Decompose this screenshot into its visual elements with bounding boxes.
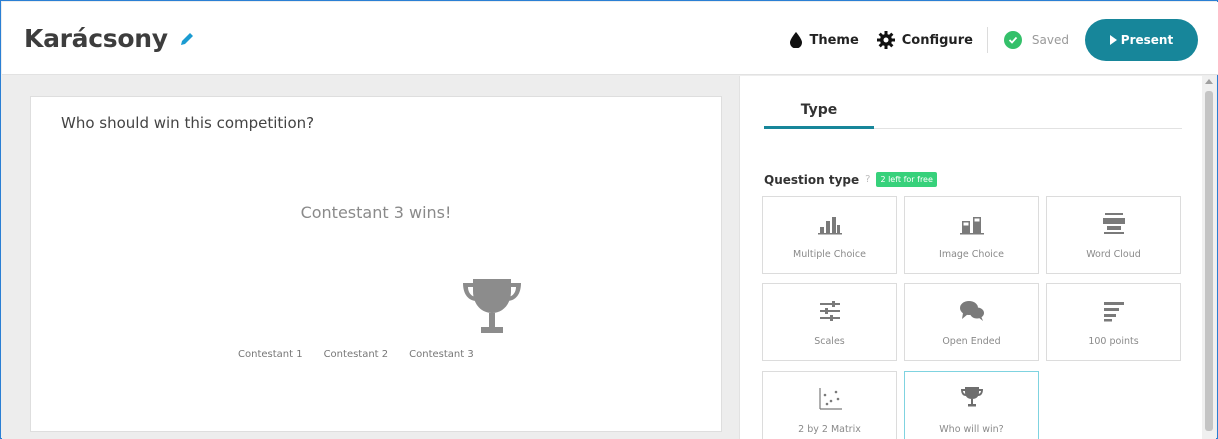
gear-icon: [876, 31, 895, 49]
configure-button[interactable]: Configure: [876, 31, 973, 49]
scroll-up-arrow-icon[interactable]: [1205, 79, 1213, 84]
theme-button[interactable]: Theme: [790, 32, 859, 48]
winner-text: Contestant 3 wins!: [300, 203, 452, 222]
scatter-matrix-icon: [763, 386, 896, 412]
question-settings-panel: Type Question type ? 2 left for free Mul…: [739, 76, 1204, 439]
help-icon[interactable]: ?: [865, 174, 870, 185]
present-button[interactable]: Present: [1085, 19, 1198, 61]
toolbar-divider: [986, 27, 988, 53]
trophy-icon: [459, 277, 525, 343]
type-who-will-win[interactable]: Who will win?: [904, 371, 1039, 439]
type-image-choice[interactable]: Image Choice: [904, 196, 1039, 274]
type-label: Image Choice: [939, 249, 1004, 260]
type-label: 2 by 2 Matrix: [798, 424, 861, 435]
play-icon: [1109, 35, 1117, 45]
tab-type[interactable]: Type: [764, 102, 874, 118]
type-scales[interactable]: Scales: [762, 283, 897, 361]
saved-label: Saved: [1031, 33, 1069, 47]
presentation-title-wrap: Karácsony: [24, 24, 196, 53]
type-label: Word Cloud: [1086, 249, 1141, 260]
presentation-title[interactable]: Karácsony: [24, 24, 168, 53]
type-label: 100 points: [1088, 336, 1139, 347]
slide-canvas[interactable]: Who should win this competition? Contest…: [30, 96, 722, 432]
toolbar: Theme Configure Saved Present: [772, 19, 1198, 61]
saved-status: Saved: [1003, 31, 1069, 49]
slide-preview-pane: Who should win this competition? Contest…: [2, 76, 739, 439]
tab-active-indicator: [764, 126, 874, 129]
contestant-label: Contestant 2: [323, 349, 389, 360]
theme-label: Theme: [809, 32, 859, 48]
present-label: Present: [1120, 33, 1174, 47]
type-label: Scales: [814, 336, 845, 347]
bar-chart-icon: [763, 215, 896, 235]
type-label: Multiple Choice: [793, 249, 866, 260]
word-cloud-icon: [1047, 211, 1180, 237]
type-multiple-choice[interactable]: Multiple Choice: [762, 196, 897, 274]
sliders-icon: [763, 300, 896, 322]
configure-label: Configure: [901, 32, 973, 48]
trophy-icon: [905, 386, 1038, 410]
panel-scrollbar-thumb[interactable]: [1205, 91, 1213, 431]
type-label: Who will win?: [939, 424, 1004, 435]
free-count-badge: 2 left for free: [876, 172, 937, 187]
top-bar: Karácsony Theme Configure Saved Present: [2, 2, 1218, 75]
question-type-header: Question type ? 2 left for free: [764, 172, 937, 187]
contestant-label: Contestant 1: [238, 349, 303, 360]
slide-question: Who should win this competition?: [61, 114, 315, 132]
type-open-ended[interactable]: Open Ended: [904, 283, 1039, 361]
app-window: Karácsony Theme Configure Saved Present …: [0, 0, 1218, 439]
droplet-icon: [790, 32, 803, 48]
type-100-points[interactable]: 100 points: [1046, 283, 1181, 361]
contestant-label: Contestant 3: [409, 349, 474, 360]
contestant-labels: Contestant 1 Contestant 2 Contestant 3: [238, 349, 495, 360]
pencil-icon[interactable]: [178, 30, 196, 48]
image-choice-icon: [905, 215, 1038, 235]
speech-bubbles-icon: [905, 300, 1038, 322]
question-type-label: Question type: [764, 172, 860, 187]
type-2x2-matrix[interactable]: 2 by 2 Matrix: [762, 371, 897, 439]
text-lines-icon: [1047, 300, 1180, 322]
type-word-cloud[interactable]: Word Cloud: [1046, 196, 1181, 274]
check-icon: [1003, 31, 1022, 49]
type-label: Open Ended: [942, 336, 1001, 347]
